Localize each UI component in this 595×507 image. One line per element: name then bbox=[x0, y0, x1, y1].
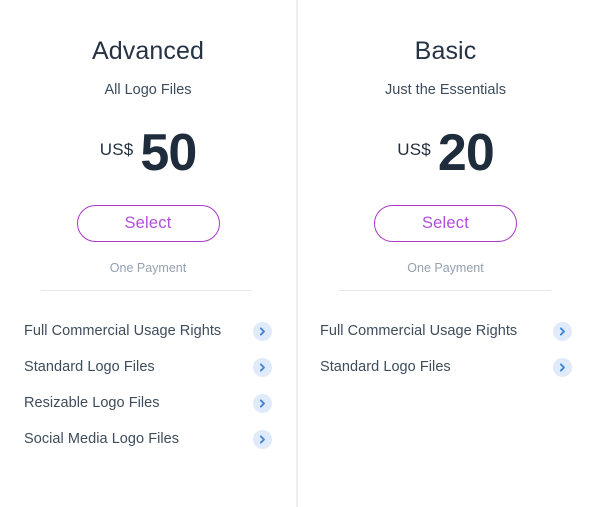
price-currency: US$ bbox=[397, 140, 431, 159]
price-currency: US$ bbox=[99, 140, 134, 159]
feature-label: Standard Logo Files bbox=[320, 359, 451, 375]
plan-divider bbox=[41, 290, 252, 291]
payment-note: One Payment bbox=[109, 261, 187, 275]
feature-item[interactable]: Full Commercial Usage Rights bbox=[24, 313, 272, 349]
plan-price: US$ 20 bbox=[296, 124, 595, 187]
plan-price: US$ 50 bbox=[0, 124, 296, 187]
chevron-right-icon[interactable] bbox=[253, 429, 272, 449]
feature-item[interactable]: Social Media Logo Files bbox=[24, 421, 272, 457]
price-amount: 50 bbox=[140, 124, 197, 182]
chevron-right-icon[interactable] bbox=[553, 321, 572, 341]
pricing-plans-container: Advanced All Logo Files US$ 50 Select On… bbox=[0, 0, 595, 507]
plan-card-advanced: Advanced All Logo Files US$ 50 Select On… bbox=[0, 0, 296, 507]
select-button-row: Select bbox=[0, 205, 296, 242]
payment-note: One Payment bbox=[407, 261, 484, 275]
feature-label: Social Media Logo Files bbox=[24, 431, 180, 447]
feature-item[interactable]: Full Commercial Usage Rights bbox=[320, 313, 572, 349]
plan-divider bbox=[339, 290, 551, 291]
plan-card-basic: Basic Just the Essentials US$ 20 Select … bbox=[296, 0, 595, 507]
feature-label: Full Commercial Usage Rights bbox=[320, 323, 518, 339]
feature-label: Full Commercial Usage Rights bbox=[24, 323, 222, 339]
plan-subtitle: Just the Essentials bbox=[385, 82, 506, 98]
feature-list: Full Commercial Usage Rights Standard Lo… bbox=[0, 313, 296, 457]
plan-subtitle: All Logo Files bbox=[104, 82, 192, 98]
select-button[interactable]: Select bbox=[76, 205, 220, 242]
select-button-row: Select bbox=[296, 205, 595, 242]
feature-item[interactable]: Standard Logo Files bbox=[24, 349, 272, 385]
feature-item[interactable]: Standard Logo Files bbox=[320, 349, 572, 385]
chevron-right-icon[interactable] bbox=[553, 357, 572, 377]
plan-title: Advanced bbox=[92, 37, 204, 65]
price-amount: 20 bbox=[437, 124, 495, 182]
feature-item[interactable]: Resizable Logo Files bbox=[24, 385, 272, 421]
plan-title: Basic bbox=[414, 37, 477, 65]
select-button[interactable]: Select bbox=[374, 205, 517, 242]
feature-label: Resizable Logo Files bbox=[24, 395, 160, 411]
chevron-right-icon[interactable] bbox=[253, 357, 272, 377]
feature-label: Standard Logo Files bbox=[24, 359, 155, 375]
feature-list: Full Commercial Usage Rights Standard Lo… bbox=[296, 313, 595, 385]
chevron-right-icon[interactable] bbox=[253, 321, 272, 341]
chevron-right-icon[interactable] bbox=[253, 393, 272, 413]
